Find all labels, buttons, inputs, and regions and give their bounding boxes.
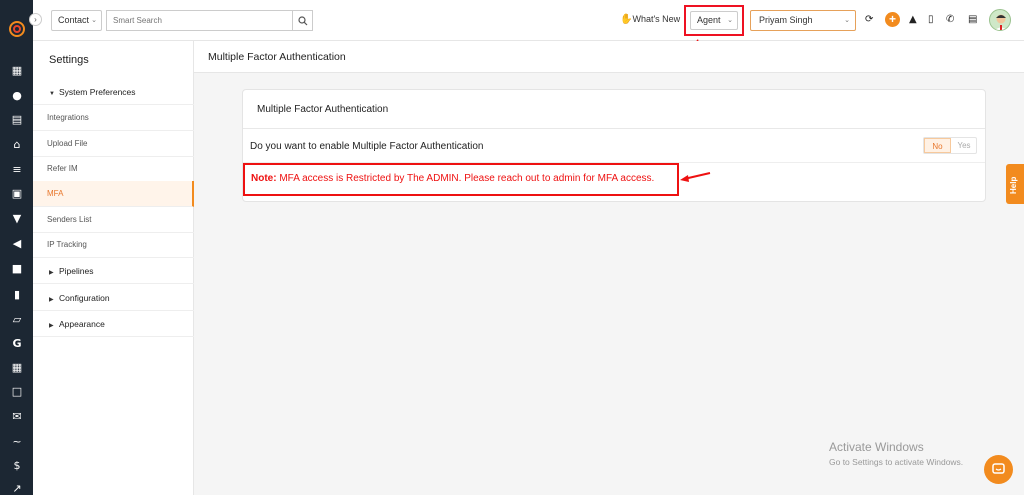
user-select[interactable]: Priyam Singh ⌄ — [750, 10, 856, 31]
help-tab[interactable]: Help — [1006, 164, 1024, 204]
user-label: Priyam Singh — [759, 15, 813, 25]
help-label: Help — [1009, 176, 1018, 194]
calculator-icon[interactable]: ▤ — [968, 13, 977, 27]
phone-icon[interactable]: ✆ — [946, 13, 954, 27]
sidebar-item-upload-file[interactable]: Upload File — [33, 131, 194, 157]
sidebar-item-label: Upload File — [47, 139, 88, 148]
dashboard-icon[interactable]: ▦ — [10, 64, 24, 78]
settings-title: Settings — [49, 54, 89, 66]
hand-icon: ✋ — [620, 14, 633, 25]
documents-icon[interactable]: ▤ — [10, 113, 24, 127]
user-avatar-icon — [995, 14, 1007, 30]
sidebar-item-label: Appearance — [59, 319, 105, 329]
bank-icon[interactable]: ⌂ — [10, 138, 24, 152]
megaphone-icon[interactable]: ◀ — [10, 237, 24, 251]
signature-icon[interactable]: ~ — [10, 435, 24, 449]
folder-icon[interactable]: ▱ — [10, 313, 24, 327]
sidebar-item-label: IP Tracking — [47, 240, 87, 249]
contact-type-select[interactable]: Contact ⌄ — [51, 10, 102, 31]
sidebar-item-system-preferences[interactable]: ▼ System Preferences — [33, 79, 194, 105]
sidebar-item-label: System Preferences — [59, 87, 136, 97]
calendar-alt-icon[interactable]: □ — [10, 385, 24, 399]
chat-icon — [992, 463, 1005, 474]
app-logo-icon[interactable] — [8, 20, 26, 38]
card-title: Multiple Factor Authentication — [243, 90, 985, 129]
whats-new-label: What's New — [632, 14, 681, 24]
chevron-down-icon: ⌄ — [727, 17, 733, 24]
mfa-card: Multiple Factor Authentication Do you wa… — [242, 89, 986, 202]
activate-windows-watermark: Activate Windows Go to Settings to activ… — [829, 440, 963, 467]
notes-icon[interactable]: ■ — [10, 262, 24, 276]
profile-icon[interactable]: ▣ — [10, 187, 24, 201]
sidebar-item-label: Senders List — [47, 215, 92, 224]
caret-right-icon: ▶ — [49, 297, 54, 303]
sidebar-item-appearance[interactable]: ▶ Appearance — [33, 311, 194, 337]
toggle-yes-option[interactable]: Yes — [951, 138, 977, 153]
chevron-down-icon: ⌄ — [844, 17, 850, 24]
avatar[interactable] — [989, 9, 1011, 31]
sidebar-item-configuration[interactable]: ▶ Configuration — [33, 285, 194, 311]
sidebar-item-label: Refer IM — [47, 164, 78, 173]
note-highlight-box: Note: MFA access is Restricted by The AD… — [243, 163, 679, 196]
google-icon[interactable]: G — [10, 337, 24, 351]
agent-highlight-box: Agent ⌄ — [684, 5, 744, 36]
sidebar-item-label: Pipelines — [59, 266, 94, 276]
settings-sidebar: Settings ▼ System Preferences Integration… — [33, 41, 194, 495]
note-label: Note: — [251, 173, 277, 184]
chevron-down-icon: ⌄ — [91, 17, 97, 24]
analytics-icon[interactable]: ▮ — [10, 288, 24, 302]
search-button[interactable] — [292, 10, 313, 31]
add-button[interactable]: + — [885, 12, 900, 27]
filter-icon[interactable]: ▼ — [10, 212, 24, 226]
dollar-icon[interactable]: $ — [10, 459, 24, 473]
annotation-arrow-icon — [680, 172, 711, 182]
sidebar-item-refer-im[interactable]: Refer IM — [33, 156, 194, 182]
expand-sidebar-button[interactable]: › — [29, 13, 42, 26]
page-header: Multiple Factor Authentication — [194, 41, 1024, 73]
whats-new-link[interactable]: ✋What's New — [620, 14, 680, 25]
mfa-toggle[interactable]: No Yes — [923, 137, 977, 154]
mfa-question: Do you want to enable Multiple Factor Au… — [250, 141, 484, 152]
refresh-icon[interactable]: ⟳ — [865, 13, 873, 27]
sidebar-item-integrations[interactable]: Integrations — [33, 105, 194, 131]
calendar-icon[interactable]: ▦ — [10, 361, 24, 375]
sidebar-item-label: Integrations — [47, 113, 89, 122]
sidebar-item-ip-tracking[interactable]: IP Tracking — [33, 232, 194, 258]
chat-button[interactable] — [984, 455, 1013, 484]
contact-type-label: Contact — [58, 15, 90, 25]
agent-label: Agent — [697, 15, 721, 25]
bell-icon[interactable]: ▲ — [909, 13, 917, 27]
sidebar-item-label: MFA — [47, 189, 64, 198]
mfa-note: Note: MFA access is Restricted by The AD… — [251, 173, 654, 184]
watermark-line2: Go to Settings to activate Windows. — [829, 457, 964, 467]
watermark-line1: Activate Windows — [829, 440, 924, 454]
sidebar-item-pipelines[interactable]: ▶ Pipelines — [33, 258, 194, 284]
note-text: MFA access is Restricted by The ADMIN. P… — [276, 173, 655, 184]
mail-icon[interactable]: ✉ — [10, 410, 24, 424]
sidebar-item-senders-list[interactable]: Senders List — [33, 207, 194, 233]
agent-select[interactable]: Agent ⌄ — [690, 11, 738, 30]
sidebar-item-mfa[interactable]: MFA — [33, 181, 194, 207]
top-bar: Contact ⌄ ✋What's New Agent ⌄ Priyam Sin… — [33, 0, 1024, 41]
toggle-no-option[interactable]: No — [924, 138, 951, 153]
device-icon[interactable]: ▯ — [928, 13, 934, 27]
caret-down-icon: ▼ — [49, 91, 55, 97]
smart-search-input[interactable] — [106, 10, 293, 31]
sidebar-item-label: Configuration — [59, 293, 110, 303]
caret-right-icon: ▶ — [49, 323, 54, 329]
list-icon[interactable]: ≡ — [10, 163, 24, 177]
chart-icon[interactable]: ↗ — [10, 482, 24, 495]
page-title: Multiple Factor Authentication — [208, 51, 346, 63]
caret-right-icon: ▶ — [49, 270, 54, 276]
contacts-icon[interactable]: ● — [10, 89, 24, 103]
main-content: Multiple Factor Authentication Multiple … — [194, 41, 1024, 495]
app-rail: › ▦ ● ▤ ⌂ ≡ ▣ ▼ ◀ ■ ▮ ▱ G ▦ □ ✉ ~ $ ↗ — [0, 0, 42, 495]
search-icon — [298, 16, 308, 26]
